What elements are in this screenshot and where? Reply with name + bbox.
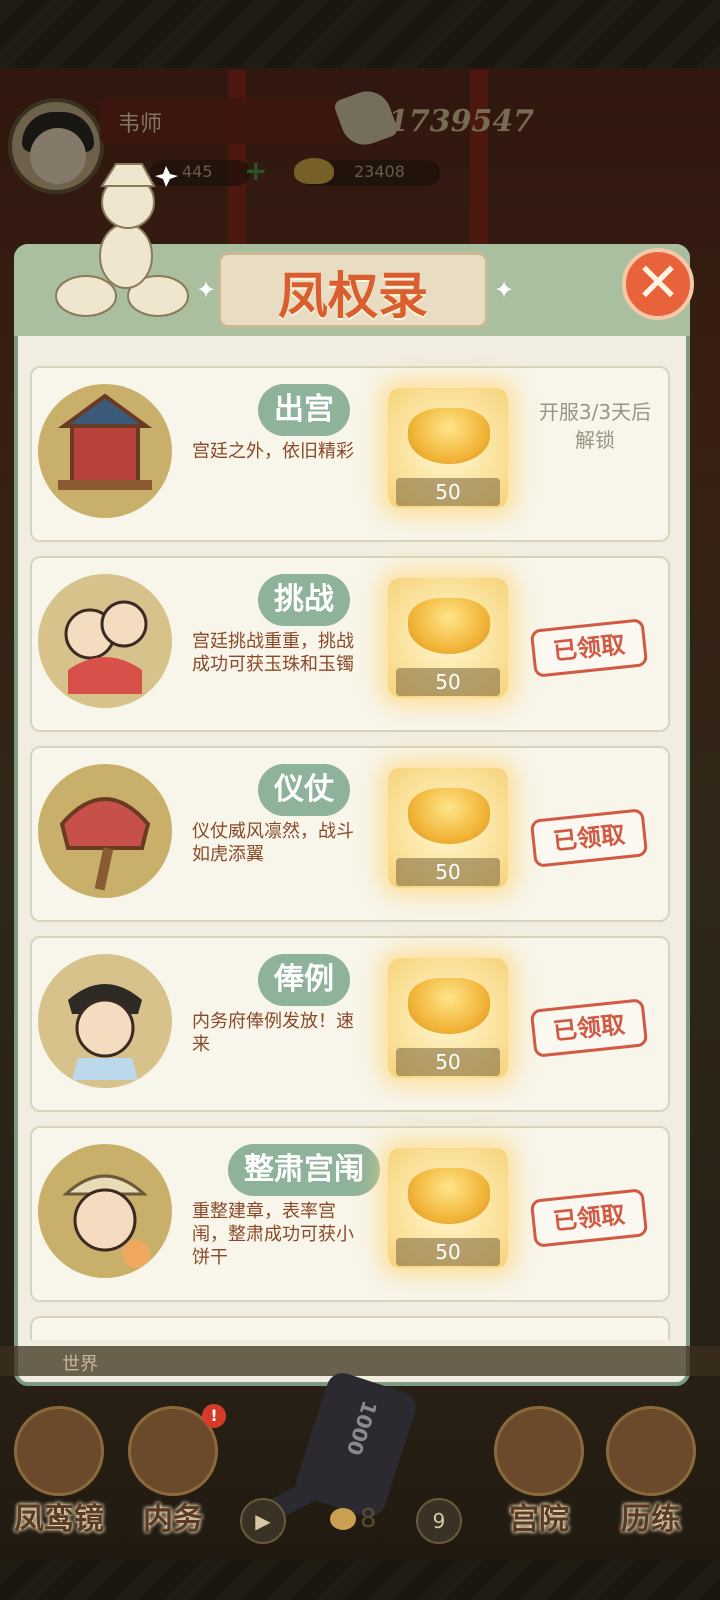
close-button[interactable]: ✕ xyxy=(622,248,694,320)
eunuch-icon xyxy=(38,954,172,1088)
entry-description: 内务府俸例发放！速来 xyxy=(192,1011,354,1055)
entry-tag: 仪仗 xyxy=(258,764,350,816)
entry-description: 宫廷之外，依旧精彩 xyxy=(192,441,354,462)
entry-description: 仪仗威风凛然，战斗如虎添翼 xyxy=(192,821,354,865)
gong-icon xyxy=(606,1406,696,1496)
reward-count: 50 xyxy=(435,670,461,694)
play-button[interactable]: ▶ xyxy=(240,1498,286,1544)
nav-mirror-label: 凤鸾镜 xyxy=(14,1502,104,1537)
nav-affairs[interactable]: ! 内务 xyxy=(118,1404,228,1537)
notification-badge: ! xyxy=(202,1404,226,1428)
gold-ingot-icon xyxy=(408,408,490,464)
claimed-stamp: 已领取 xyxy=(529,1188,649,1248)
entry-row[interactable]: 仪仗 仪仗威风凛然，战斗如虎添翼 50 已领取 xyxy=(30,746,670,922)
claimed-stamp: 已领取 xyxy=(529,808,649,868)
chat-channel-label: 世界 xyxy=(62,1354,98,1375)
mirror-icon xyxy=(14,1406,104,1496)
nav-affairs-label: 内务 xyxy=(143,1502,203,1537)
gold-ingot-icon xyxy=(408,1168,490,1224)
entry-tag: 整肃宫闱 xyxy=(228,1144,380,1196)
unlock-condition: 开服3/3天后解锁 xyxy=(538,400,652,452)
gold-ingot-icon xyxy=(408,978,490,1034)
entry-row[interactable]: 出宫 宫廷之外，依旧精彩 50 开服3/3天后解锁 xyxy=(30,366,670,542)
sparkle-icon: ✦ xyxy=(494,276,515,304)
round-count-button[interactable]: 9 xyxy=(416,1498,462,1544)
claimed-stamp: 已领取 xyxy=(529,618,649,678)
entry-row[interactable]: 俸例 内务府俸例发放！速来 50 已领取 xyxy=(30,936,670,1112)
canopy-icon xyxy=(38,764,172,898)
entry-row[interactable]: 整肃宫闱 重整建章，表率宫闱，整肃成功可获小饼干 50 已领取 xyxy=(30,1126,670,1302)
nav-training[interactable]: 历练 xyxy=(596,1406,706,1537)
official-icon xyxy=(38,1144,172,1278)
entry-description: 重整建章，表率宫闱，整肃成功可获小饼干 xyxy=(192,1201,354,1268)
chat-bar[interactable] xyxy=(0,1346,720,1376)
gold-ingot-icon xyxy=(408,788,490,844)
entry-tag: 俸例 xyxy=(258,954,350,1006)
reward-count: 50 xyxy=(435,1240,461,1264)
nav-mirror[interactable]: 凤鸾镜 xyxy=(4,1406,114,1537)
entry-tag: 出宫 xyxy=(258,384,350,436)
entry-tag: 挑战 xyxy=(258,574,350,626)
gold-ingot-icon xyxy=(408,598,490,654)
coin-count: 8 xyxy=(360,1504,377,1534)
consorts-icon xyxy=(38,574,172,708)
entry-description: 宫廷挑战重重，挑战成功可获玉珠和玉镯 xyxy=(192,631,354,675)
entry-row[interactable]: 挑战 宫廷挑战重重，挑战成功可获玉珠和玉镯 50 已领取 xyxy=(30,556,670,732)
nav-palace[interactable]: 宫院 xyxy=(484,1406,594,1537)
nav-training-label: 历练 xyxy=(621,1502,681,1537)
reward-count: 50 xyxy=(435,480,461,504)
mascot-figures-icon xyxy=(55,163,189,317)
palace-icon xyxy=(494,1406,584,1496)
close-icon: ✕ xyxy=(635,251,681,314)
reward-count: 50 xyxy=(435,1050,461,1074)
sparkle-icon: ✦ xyxy=(196,276,217,304)
entry-row-partial xyxy=(30,1316,670,1340)
nav-palace-label: 宫院 xyxy=(509,1502,569,1537)
claimed-stamp: 已领取 xyxy=(529,998,649,1058)
panel-title: 凤权录 xyxy=(278,266,428,325)
coin-icon xyxy=(330,1508,356,1530)
sedan-chair-icon xyxy=(38,384,172,518)
reward-count: 50 xyxy=(435,860,461,884)
